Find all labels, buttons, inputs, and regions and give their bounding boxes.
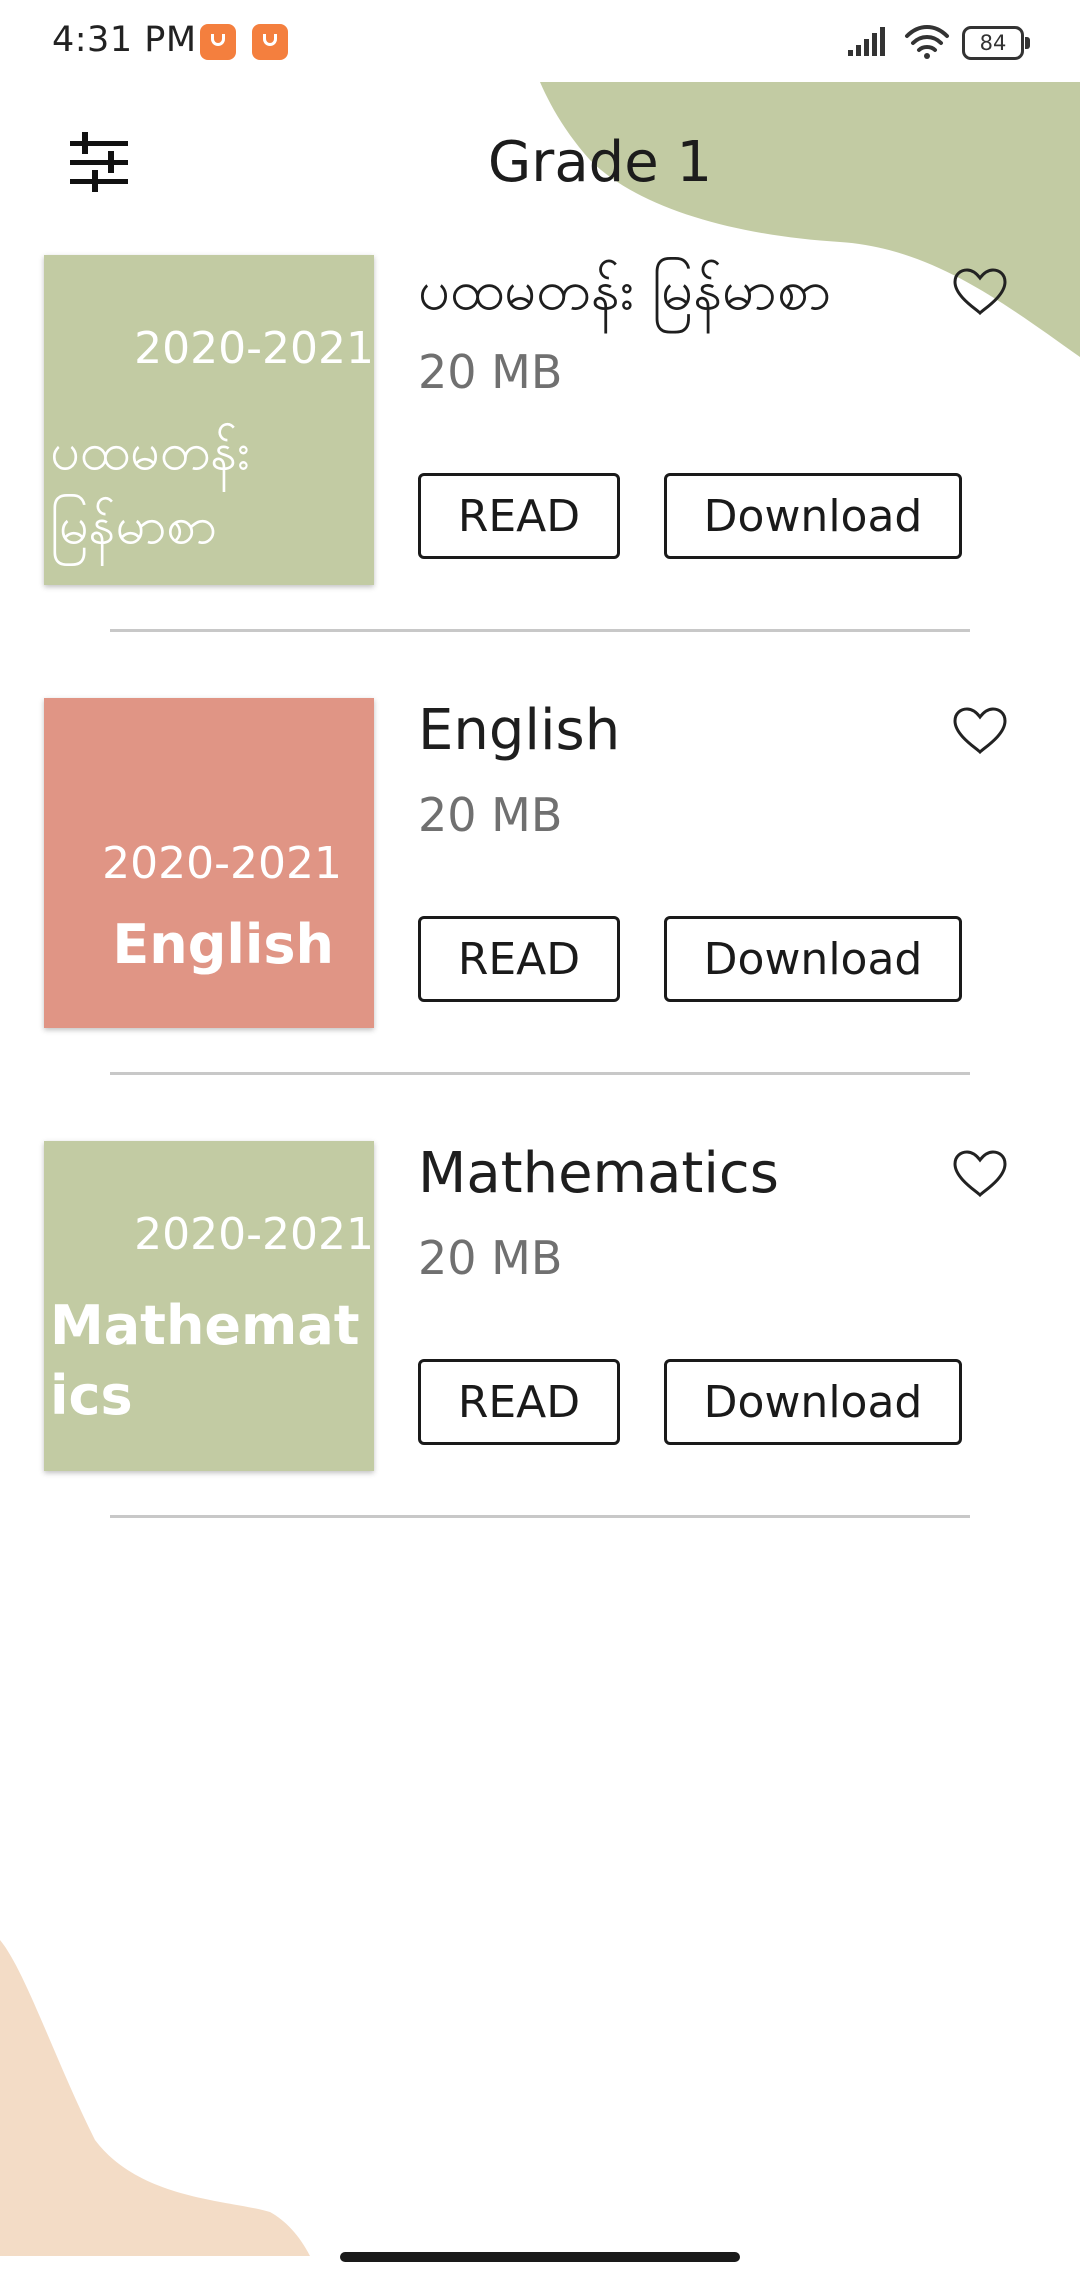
book-size: 20 MB [418,345,563,399]
heart-outline-icon[interactable] [952,706,1008,756]
wifi-icon [905,25,949,59]
page-title: Grade 1 [487,130,713,195]
bottom-decorative-blob [0,1940,310,2256]
cover-title: ပထမတန်း မြန်မာစာ [50,422,251,556]
download-button[interactable]: Download [664,916,962,1002]
read-button[interactable]: READ [418,473,620,559]
read-button[interactable]: READ [418,1359,620,1445]
cover-title: Mathematics [50,1294,360,1427]
book-title: English [418,698,621,763]
book-size: 20 MB [418,788,563,842]
download-button[interactable]: Download [664,1359,962,1445]
divider [110,1515,970,1518]
toolbar: Grade 1 [0,82,1080,242]
cover-year: 2020-2021 [102,838,342,889]
status-bar: 4:31 PM 84 [0,0,1080,82]
heart-outline-icon[interactable] [952,1149,1008,1199]
battery-icon: 84 [962,26,1032,60]
download-button[interactable]: Download [664,473,962,559]
book-cover[interactable]: 2020-2021 English [44,698,374,1028]
book-list-item: 2020-2021 Mathematics Mathematics 20 MB … [0,1141,1080,1584]
sliders-icon[interactable] [68,132,130,192]
heart-outline-icon[interactable] [952,267,1008,317]
book-cover[interactable]: 2020-2021 ပထမတန်း မြန်မာစာ [44,255,374,585]
book-list-item: 2020-2021 ပထမတန်း မြန်မာစာ ပထမတန်း မြန်မ… [0,255,1080,698]
book-cover[interactable]: 2020-2021 Mathematics [44,1141,374,1471]
cover-year: 2020-2021 [134,1209,374,1260]
status-time: 4:31 PM [52,20,197,60]
app-notification-icon [252,24,288,60]
signal-icon [848,27,885,56]
gesture-nav-handle[interactable] [340,2252,740,2262]
app-notification-icon [200,24,236,60]
book-list: 2020-2021 ပထမတန်း မြန်မာစာ ပထမတန်း မြန်မ… [0,255,1080,1584]
read-button[interactable]: READ [418,916,620,1002]
book-list-item: 2020-2021 English English 20 MB READ Dow… [0,698,1080,1141]
battery-level: 84 [979,31,1007,55]
book-size: 20 MB [418,1231,563,1285]
book-title: Mathematics [418,1141,779,1206]
cover-title: English [112,913,334,976]
book-title: ပထမတန်း မြန်မာစာ [418,258,832,323]
cover-year: 2020-2021 [134,323,374,374]
divider [110,629,970,632]
divider [110,1072,970,1075]
